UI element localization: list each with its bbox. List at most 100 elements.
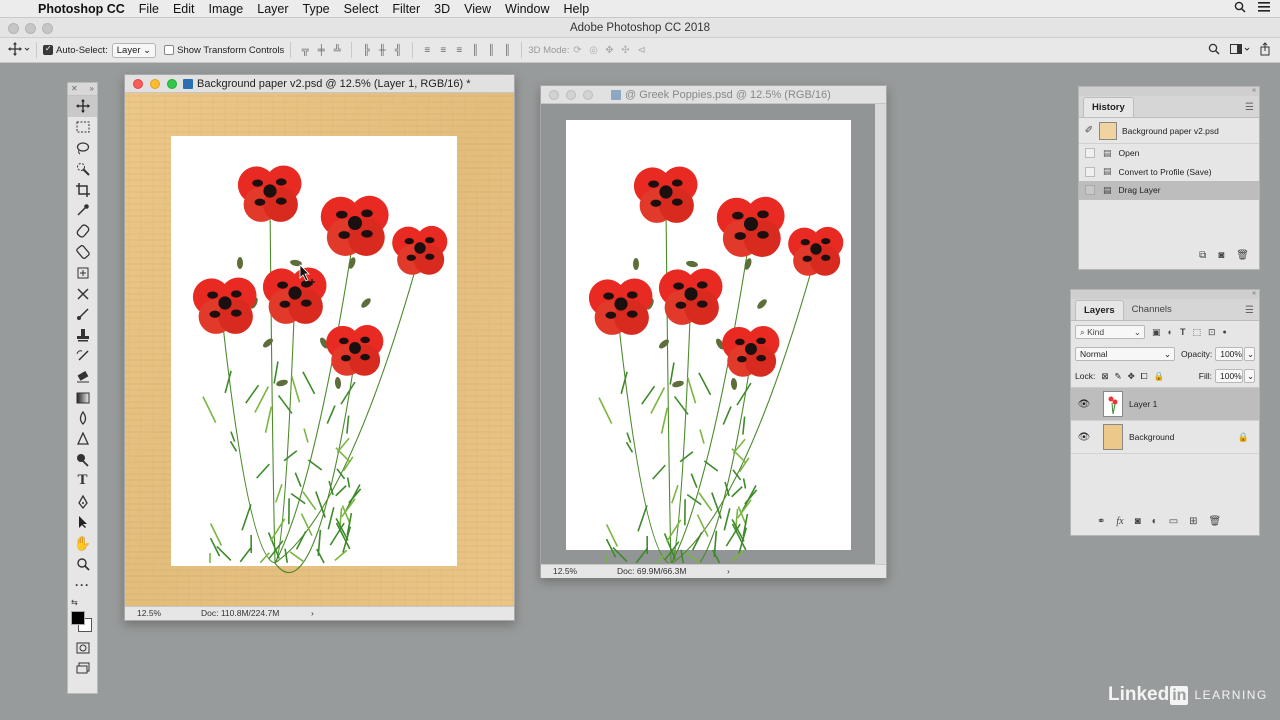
menu-file[interactable]: File [132,2,166,16]
filter-smart-object-icon[interactable]: ⊡ [1208,327,1216,338]
filter-toggle-icon[interactable]: ● [1223,329,1227,336]
eyedropper-tool-icon[interactable] [68,200,97,221]
fill-dropdown-icon[interactable]: ⌄ [1244,369,1255,383]
minimize-document-icon[interactable] [150,79,160,89]
hand-tool-icon[interactable]: ✋ [68,533,97,554]
menu-app-name[interactable]: Photoshop CC [30,2,132,16]
foreground-color-swatch[interactable] [71,611,85,626]
blend-mode-dropdown[interactable]: Normal ⌄ [1075,347,1176,361]
new-snapshot-icon[interactable]: ◙ [1218,250,1224,261]
patch-tool-icon[interactable] [68,242,97,263]
distribute-vcenter-icon[interactable]: ≡ [436,45,450,56]
lasso-tool-icon[interactable] [68,138,97,159]
content-aware-move-icon[interactable] [68,262,97,283]
distribute-hcenter-icon[interactable]: ║ [484,45,498,56]
crop-tool-icon[interactable] [68,179,97,200]
history-item[interactable]: ▤ Open [1079,144,1259,163]
3d-drag-icon[interactable]: ✥ [603,45,617,56]
history-source-checkbox[interactable] [1085,185,1095,196]
swap-colors-icon[interactable]: ⇆ [68,595,97,609]
eraser-tool-icon[interactable] [68,366,97,387]
tab-channels[interactable]: Channels [1124,300,1180,320]
canvas-greek-poppies[interactable] [541,104,875,563]
opacity-dropdown-icon[interactable]: ⌄ [1244,347,1255,361]
minimize-document-icon[interactable] [566,90,576,100]
menu-layer[interactable]: Layer [250,2,295,16]
tools-panel-header[interactable]: ✕ » [68,83,97,96]
layer-row-selected[interactable]: 👁 Layer 1 [1071,388,1259,421]
align-top-icon[interactable]: ╦ [298,45,312,56]
canvas-background-paper[interactable] [125,93,514,606]
clone-stamp-tool-icon[interactable] [68,325,97,346]
document-title-bar[interactable]: @ Greek Poppies.psd @ 12.5% (RGB/16) [541,86,886,104]
3d-scale-icon[interactable]: ⊲ [635,45,649,56]
3d-roll-icon[interactable]: ◎ [587,45,601,56]
pen-tool-icon[interactable] [68,491,97,512]
zoom-document-icon[interactable] [167,79,177,89]
align-right-icon[interactable]: ╣ [391,45,405,56]
align-vcenter-icon[interactable]: ╪ [314,45,328,56]
menu-image[interactable]: Image [202,2,251,16]
history-item[interactable]: ▤ Convert to Profile (Save) [1079,163,1259,182]
filter-adjustment-icon[interactable]: ◐ [1168,327,1173,337]
type-tool-icon[interactable]: T [68,470,97,491]
lock-pixels-icon[interactable]: ✎ [1114,371,1121,382]
quick-mask-icon[interactable] [68,637,97,658]
menu-window[interactable]: Window [498,2,556,16]
search-icon[interactable] [1208,43,1220,58]
lock-artboard-icon[interactable]: ⧠ [1141,371,1148,382]
menu-edit[interactable]: Edit [166,2,202,16]
status-chevron-icon[interactable]: › [311,607,314,620]
zoom-level[interactable]: 12.5% [553,565,577,578]
screen-mode-icon[interactable] [68,658,97,679]
dodge-tool-icon[interactable] [68,429,97,450]
history-snapshot[interactable]: ✐ Background paper v2.psd [1079,118,1259,144]
auto-select-checkbox[interactable] [43,44,53,55]
lock-position-icon[interactable]: ✥ [1128,371,1135,382]
filter-type-icon[interactable]: T [1180,327,1186,337]
minimize-window-icon[interactable] [25,23,36,34]
panel-menu-icon[interactable]: ☰ [1245,305,1254,316]
vertical-scrollbar[interactable] [875,104,886,564]
menu-3d[interactable]: 3D [427,2,457,16]
gradient-tool-icon[interactable] [68,387,97,408]
blur-tool-icon[interactable] [68,408,97,429]
history-item-selected[interactable]: ▤ Drag Layer [1079,181,1259,200]
layer-filter-dropdown[interactable]: ⌕ Kind ⌄ [1075,325,1145,339]
panel-menu-icon[interactable]: ☰ [1245,102,1254,113]
distribute-bottom-icon[interactable]: ≡ [452,45,466,56]
close-document-icon[interactable] [133,79,143,89]
history-source-checkbox[interactable] [1085,148,1095,159]
panel-collapse-bar[interactable]: « [1079,87,1259,96]
move-tool-preset-icon[interactable] [8,41,30,59]
history-brush-tool-icon[interactable] [68,346,97,367]
align-hcenter-icon[interactable]: ╫ [375,45,389,56]
distribute-top-icon[interactable]: ≡ [420,45,434,56]
close-window-icon[interactable] [8,23,19,34]
layer-name[interactable]: Background [1129,432,1174,442]
layer-visibility-eye-icon[interactable]: 👁 [1071,432,1097,443]
path-selection-tool-icon[interactable] [68,512,97,533]
quick-selection-tool-icon[interactable] [68,158,97,179]
zoom-level[interactable]: 12.5% [137,607,161,620]
add-mask-icon[interactable]: ◙ [1135,516,1141,527]
auto-select-dropdown[interactable]: Layer ⌄ [111,42,157,58]
zoom-window-icon[interactable] [42,23,53,34]
marquee-tool-icon[interactable] [68,117,97,138]
delete-layer-icon[interactable]: 🗑 [1209,516,1222,527]
more-tools-icon[interactable]: ··· [68,574,97,595]
menu-filter[interactable]: Filter [385,2,427,16]
layer-row[interactable]: 👁 Background 🔒 [1071,421,1259,454]
lock-all-icon[interactable]: 🔒 [1154,371,1165,382]
new-document-from-state-icon[interactable]: ⧉ [1199,250,1206,261]
tab-history[interactable]: History [1083,97,1134,117]
pen-sharpen-icon[interactable] [68,450,97,471]
new-group-icon[interactable]: ▭ [1169,516,1178,527]
3d-rotate-icon[interactable]: ⟳ [571,45,585,56]
history-source-checkbox[interactable] [1085,166,1095,177]
panel-collapse-bar[interactable]: « [1071,290,1259,299]
spotlight-search-icon[interactable] [1234,1,1246,16]
align-bottom-icon[interactable]: ╩ [330,45,344,56]
delete-state-icon[interactable]: 🗑 [1236,250,1249,261]
3d-slide-icon[interactable]: ✣ [619,45,633,56]
